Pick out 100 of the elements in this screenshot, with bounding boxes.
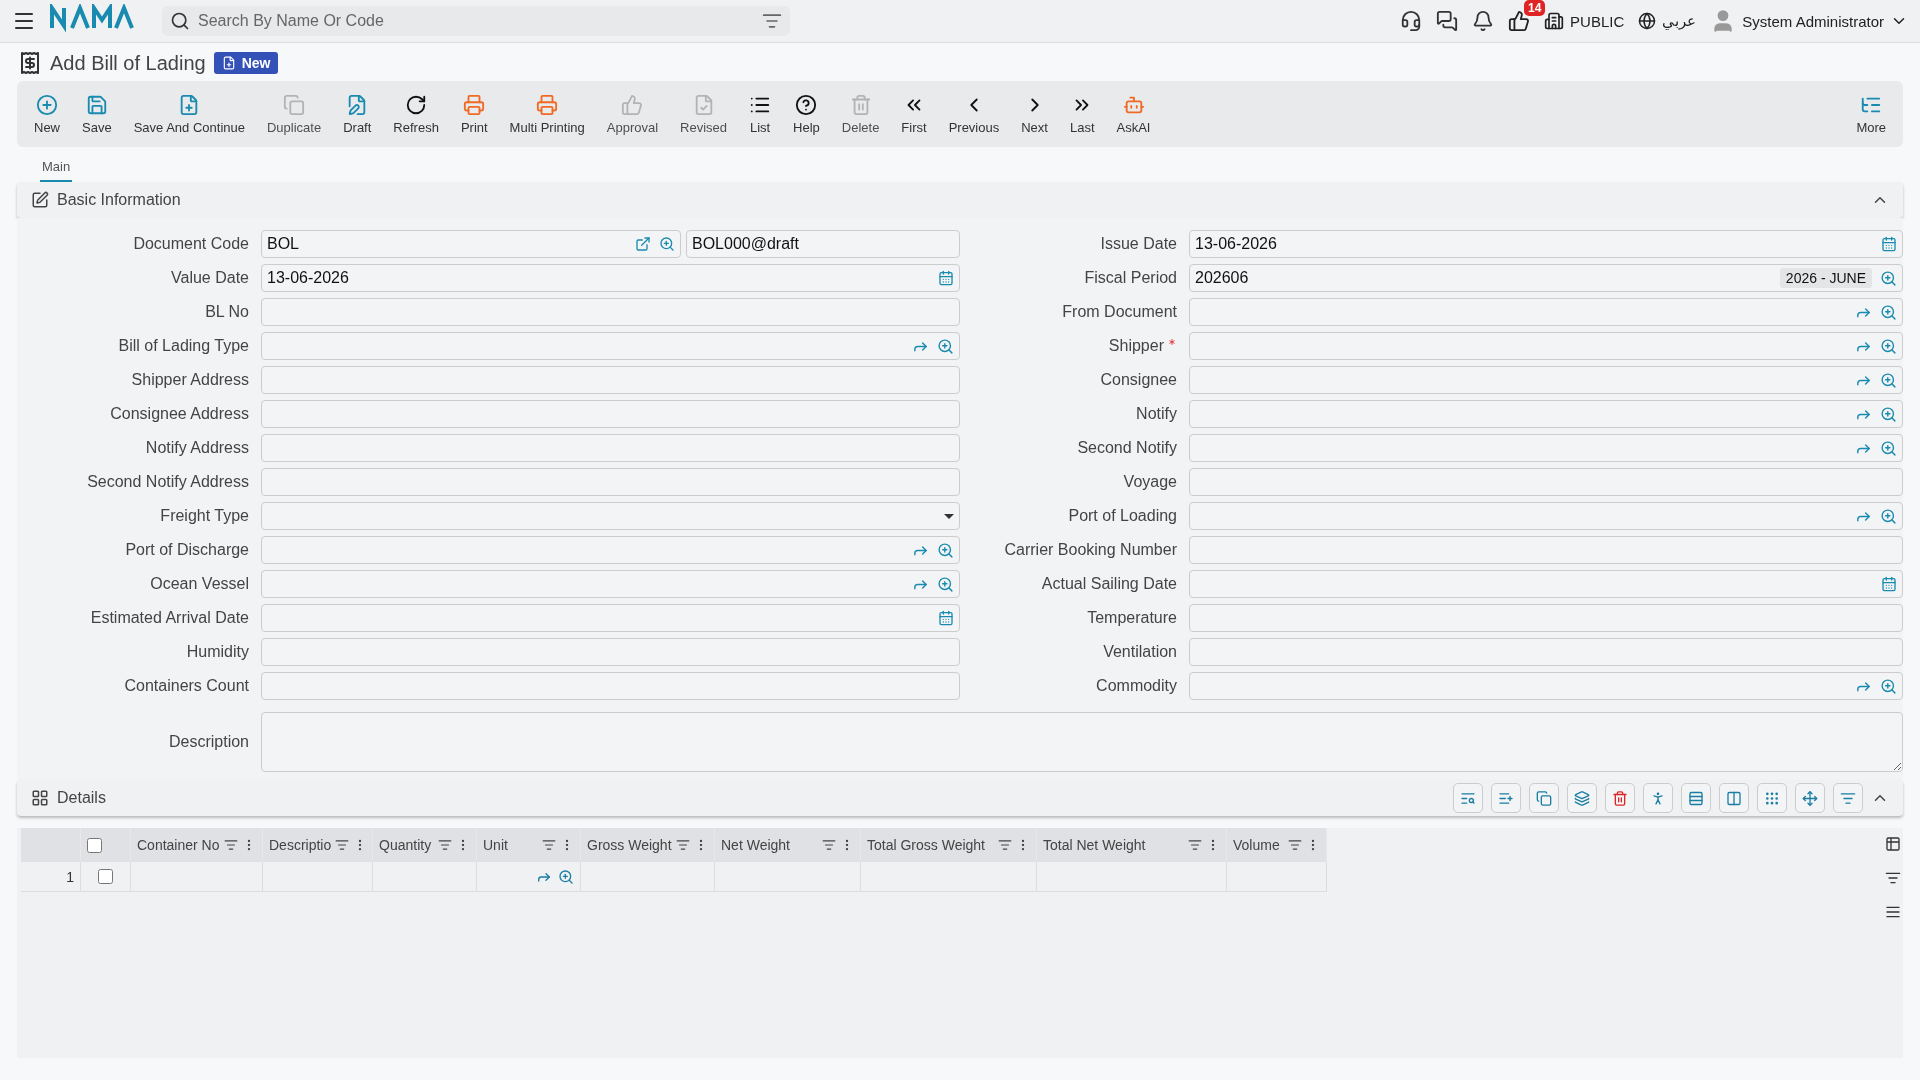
input-field[interactable] [1189,468,1903,496]
section-header[interactable]: Basic Information [17,182,1903,218]
table-cell[interactable] [477,862,581,892]
search-plus-icon[interactable] [659,236,675,252]
toolbar-button[interactable]: Draft [332,93,383,135]
user-menu[interactable]: System Administrator [1710,8,1908,34]
description-field[interactable] [261,712,1903,772]
toolbar-button[interactable]: New [23,93,71,135]
lookup-field[interactable] [1189,400,1903,428]
lookup-field[interactable] [1189,502,1903,530]
grid-tool-button[interactable] [1567,783,1597,813]
input-field[interactable] [261,638,960,666]
toolbar-button[interactable]: Print [449,93,499,135]
search-plus-icon[interactable] [1880,303,1897,321]
grid-tool-button[interactable] [1643,783,1673,813]
input-field[interactable] [261,672,960,700]
search-plus-icon[interactable] [1880,269,1897,287]
table-icon[interactable] [1885,836,1901,852]
toolbar-button[interactable]: Refresh [382,93,450,135]
grid-tool-button[interactable] [1529,783,1559,813]
grid-tool-button[interactable] [1453,783,1483,813]
input-field[interactable]: BOL [261,230,681,258]
date-field[interactable]: 13-06-2026 [1189,230,1903,258]
branch-button[interactable]: PUBLIC [1544,11,1625,31]
toolbar-button[interactable]: Help [782,93,831,135]
date-field[interactable] [261,604,960,632]
input-field[interactable]: BOL000@draft [686,230,960,258]
field-label: Port of Discharge [124,541,249,559]
toolbar-button[interactable]: First [890,93,938,135]
lookup-field[interactable] [1189,332,1903,360]
toolbar-button[interactable]: Save [71,93,123,135]
input-field[interactable] [261,468,960,496]
toolbar-button[interactable]: Save And Continue [122,93,256,135]
calendar-icon[interactable] [1881,236,1897,252]
date-field[interactable]: 13-06-2026 [261,264,960,292]
headset-icon[interactable] [1400,10,1423,32]
lookup-field[interactable] [261,332,960,360]
search-plus-icon[interactable] [1880,439,1897,457]
toolbar-button[interactable]: AskAI [1105,93,1162,135]
toolbar-button[interactable]: Next [1010,93,1059,135]
refresh-icon [405,93,428,116]
search-plus-icon[interactable] [1880,677,1897,695]
toolbar-button[interactable]: List [738,93,783,135]
calendar-icon[interactable] [938,610,954,626]
grid-tool-button[interactable] [1605,783,1635,813]
search-plus-icon[interactable] [937,541,954,559]
search-plus-icon[interactable] [937,337,954,355]
input-field[interactable] [261,434,960,462]
input-field[interactable] [261,400,960,428]
calendar-icon[interactable] [938,270,954,286]
language-button[interactable]: عربي [1638,12,1697,30]
input-field[interactable] [1189,638,1903,666]
external-link-icon[interactable] [635,236,651,252]
lookup-field[interactable] [1189,672,1903,700]
search-plus-icon[interactable] [1880,405,1897,423]
chat-icon[interactable] [1436,10,1459,32]
lookup-field[interactable]: 202606 2026 - JUNE [1189,264,1903,292]
date-field[interactable] [1189,570,1903,598]
grid-tool-button[interactable] [1757,783,1787,813]
input-field[interactable] [261,298,960,326]
search-plus-icon[interactable] [558,868,574,885]
search-field[interactable]: Search By Name Or Code [196,11,756,31]
lookup-field[interactable] [1189,366,1903,394]
move-icon [1802,789,1818,807]
select-field[interactable] [261,502,960,530]
input-field[interactable] [1189,604,1903,632]
section-header[interactable]: Details [17,780,1903,816]
lookup-field[interactable] [261,536,960,564]
toolbar-button[interactable]: Previous [937,93,1011,135]
search-box[interactable]: Search By Name Or Code [162,6,790,36]
grid-tool-button[interactable] [1491,783,1521,813]
search-plus-icon[interactable] [1880,337,1897,355]
calendar-icon[interactable] [1881,576,1897,592]
more-button[interactable]: More [1845,93,1897,135]
menu-icon[interactable] [1885,904,1901,920]
input-field[interactable] [261,366,960,394]
checkbox[interactable] [87,837,102,853]
search-plus-icon[interactable] [1880,507,1897,525]
grid-tool-button[interactable] [1795,783,1825,813]
search-plus-icon[interactable] [1880,371,1897,389]
bell-icon[interactable] [1472,10,1495,32]
checkbox[interactable] [98,869,113,884]
filter-icon[interactable] [762,11,782,31]
notification-badge: 14 [1524,0,1546,16]
search-plus-icon[interactable] [937,575,954,593]
lookup-field[interactable] [1189,298,1903,326]
toolbar-button[interactable]: Last [1058,93,1106,135]
thumbs-up-icon[interactable] [1508,10,1531,32]
grid-tool-button[interactable] [1681,783,1711,813]
grid-tool-button[interactable] [1833,783,1863,813]
filter-icon[interactable] [1885,870,1901,886]
lookup-field[interactable] [261,570,960,598]
grid-tool-button[interactable] [1719,783,1749,813]
input-field[interactable] [1189,536,1903,564]
toolbar-button[interactable]: Multi Printing [498,93,596,135]
thumbs-up-icon [621,93,644,116]
field-label: Port of Loading [1067,507,1177,525]
lookup-field[interactable] [1189,434,1903,462]
field-label: Shipper [960,337,1177,355]
period-tag: 2026 - JUNE [1779,268,1872,288]
